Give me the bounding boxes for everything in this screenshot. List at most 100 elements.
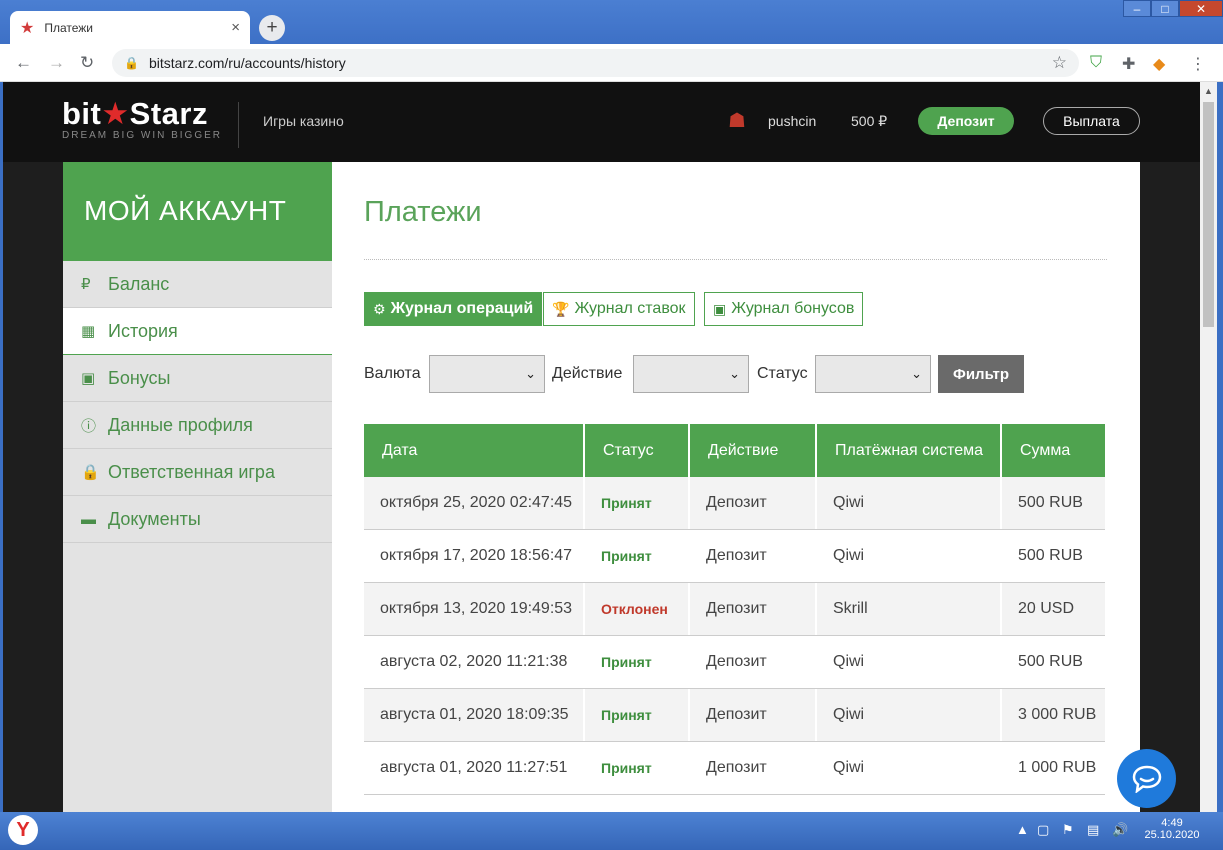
action-select[interactable]: ⌄ [633, 355, 749, 393]
robot-icon[interactable]: ☗ [728, 108, 746, 133]
filter-button[interactable]: Фильтр [938, 355, 1024, 393]
cell-payment-system-text: Qiwi [833, 494, 865, 511]
cell-status-text: Принят [601, 548, 652, 564]
cell-action-text: Депозит [706, 706, 767, 723]
column-header-date[interactable]: Дата [364, 424, 585, 477]
lock-icon[interactable]: 🔒 [124, 56, 139, 70]
tab-label: Журнал операций [390, 300, 534, 317]
cell-payment-system-text: Qiwi [833, 706, 865, 723]
status-label: Статус [757, 365, 808, 382]
browser-tab[interactable]: ★ Платежи × [10, 11, 250, 44]
withdraw-button[interactable]: Выплата [1043, 107, 1140, 135]
cell-date-text: августа 01, 2020 11:27:51 [380, 759, 568, 776]
cell-date: октября 25, 2020 02:47:45 [364, 477, 585, 529]
sidebar-item-responsible-gaming[interactable]: 🔒 Ответственная игра [63, 449, 332, 496]
menu-icon[interactable]: ⋮ [1190, 54, 1206, 74]
account-title: МОЙ АККАУНТ [63, 162, 332, 261]
logo-star-icon: ★ [101, 96, 130, 131]
table-row: августа 01, 2020 11:27:51 Принят Депозит Qi… [364, 742, 1105, 795]
table-header: Дата Статус Действие Платёжная система С… [364, 424, 1105, 477]
background-right [1140, 162, 1200, 812]
cell-action: Депозит [690, 689, 817, 741]
cell-payment-system-text: Qiwi [833, 547, 865, 564]
column-header-payment-system[interactable]: Платёжная система [817, 424, 1002, 477]
sidebar-item-documents[interactable]: ▬ Документы [63, 496, 332, 543]
logo-bit: bit [62, 96, 102, 131]
page-title: Платежи [364, 196, 482, 228]
tray-flag-icon[interactable]: ⚑ [1062, 822, 1074, 838]
table-body: октября 25, 2020 02:47:45 Принят Депозит Qi… [364, 477, 1105, 795]
cell-payment-system: Qiwi [817, 530, 1002, 582]
reload-icon[interactable]: ↻ [80, 53, 94, 73]
sidebar-item-bonuses[interactable]: ▣ Бонусы [63, 355, 332, 402]
cell-amount: 3 000 RUB [1002, 689, 1105, 741]
cell-amount-text: 500 RUB [1018, 653, 1083, 670]
cell-status-text: Принят [601, 760, 652, 776]
address-bar: ← → ↻ 🔒 bitstarz.com/ru/accounts/history… [0, 44, 1223, 82]
username[interactable]: pushcin [768, 113, 816, 129]
tab-bonuses-log[interactable]: ▣ Журнал бонусов [704, 292, 864, 326]
tray-app-icon[interactable]: ▢ [1037, 822, 1049, 838]
network-icon[interactable]: ▤ [1087, 822, 1099, 838]
volume-icon[interactable]: 🔊 [1112, 822, 1128, 838]
close-window-icon[interactable]: ✕ [1179, 0, 1223, 17]
tab-bets-log[interactable]: 🏆 Журнал ставок [543, 292, 695, 326]
tab-operations-log[interactable]: ⚙ Журнал операций [364, 292, 543, 326]
bitstarz-logo[interactable]: bit★Starz DREAM BIG WIN BIGGER [62, 96, 222, 141]
minimize-icon[interactable]: – [1123, 0, 1151, 17]
cell-status: Принят [585, 477, 690, 529]
cell-amount-text: 1 000 RUB [1018, 759, 1097, 776]
extensions-icon[interactable]: ✚ [1122, 54, 1135, 74]
shield-extension-icon[interactable]: ⛉ [1090, 54, 1102, 72]
sidebar-item-label: История [108, 320, 178, 341]
forward-icon[interactable]: → [48, 53, 65, 73]
site-header: bit★Starz DREAM BIG WIN BIGGER Игры кази… [3, 82, 1200, 162]
sidebar-item-profile[interactable]: ⓘ Данные профиля [63, 402, 332, 449]
url-field[interactable]: 🔒 bitstarz.com/ru/accounts/history ☆ [112, 49, 1079, 77]
casino-games-link[interactable]: Игры казино [263, 113, 344, 129]
column-header-status[interactable]: Статус [585, 424, 690, 477]
close-tab-icon[interactable]: × [231, 19, 240, 36]
cell-action: Депозит [690, 530, 817, 582]
cell-amount-text: 20 USD [1018, 600, 1075, 617]
cell-payment-system: Qiwi [817, 636, 1002, 688]
system-clock[interactable]: 4:49 25.10.2020 [1142, 817, 1202, 841]
bookmark-star-icon[interactable]: ☆ [1052, 53, 1067, 73]
cell-status: Принят [585, 636, 690, 688]
url-text: bitstarz.com/ru/accounts/history [148, 55, 346, 71]
clock-date: 25.10.2020 [1144, 829, 1200, 841]
new-tab-button[interactable]: + [259, 15, 285, 41]
chevron-down-icon: ⌄ [729, 366, 740, 381]
sidebar-item-history[interactable]: ▦ История [63, 308, 332, 355]
column-header-amount[interactable]: Сумма [1002, 424, 1105, 477]
tab-label: Журнал ставок [574, 300, 686, 317]
chat-button[interactable] [1117, 749, 1176, 808]
sidebar-item-balance[interactable]: ₽ Баланс [63, 261, 332, 308]
maximize-icon[interactable]: □ [1151, 0, 1179, 17]
window-controls: – □ ✕ [1123, 0, 1223, 17]
cell-payment-system: Qiwi [817, 477, 1002, 529]
chevron-down-icon: ⌄ [911, 366, 922, 381]
scroll-up-icon[interactable]: ▲ [1204, 86, 1213, 96]
cell-status: Отклонен [585, 583, 690, 635]
balance: 500 ₽ [851, 113, 888, 129]
back-icon[interactable]: ← [15, 53, 32, 73]
currency-select[interactable]: ⌄ [429, 355, 545, 393]
browser-tabstrip: ★ Платежи × + – □ ✕ [0, 0, 1223, 44]
logo-tagline: DREAM BIG WIN BIGGER [62, 130, 223, 141]
cube-extension-icon[interactable]: ◆ [1153, 54, 1165, 74]
os-taskbar: Y ▲ ▢ ⚑ ▤ 🔊 4:49 25.10.2020 [0, 812, 1223, 850]
column-header-action[interactable]: Действие [690, 424, 817, 477]
cell-amount: 500 RUB [1002, 636, 1105, 688]
tray-expand-icon[interactable]: ▲ [1016, 822, 1029, 837]
yandex-browser-icon[interactable]: Y [8, 815, 38, 845]
deposit-button[interactable]: Депозит [918, 107, 1014, 135]
cell-action-text: Депозит [706, 653, 767, 670]
cell-date-text: октября 25, 2020 02:47:45 [380, 494, 573, 511]
cell-action: Депозит [690, 583, 817, 635]
cell-date-text: октября 17, 2020 18:56:47 [380, 547, 573, 564]
scrollbar-thumb[interactable] [1203, 102, 1214, 327]
page-scrollbar[interactable]: ▲ [1200, 82, 1217, 812]
status-select[interactable]: ⌄ [815, 355, 931, 393]
cell-amount-text: 500 RUB [1018, 547, 1083, 564]
